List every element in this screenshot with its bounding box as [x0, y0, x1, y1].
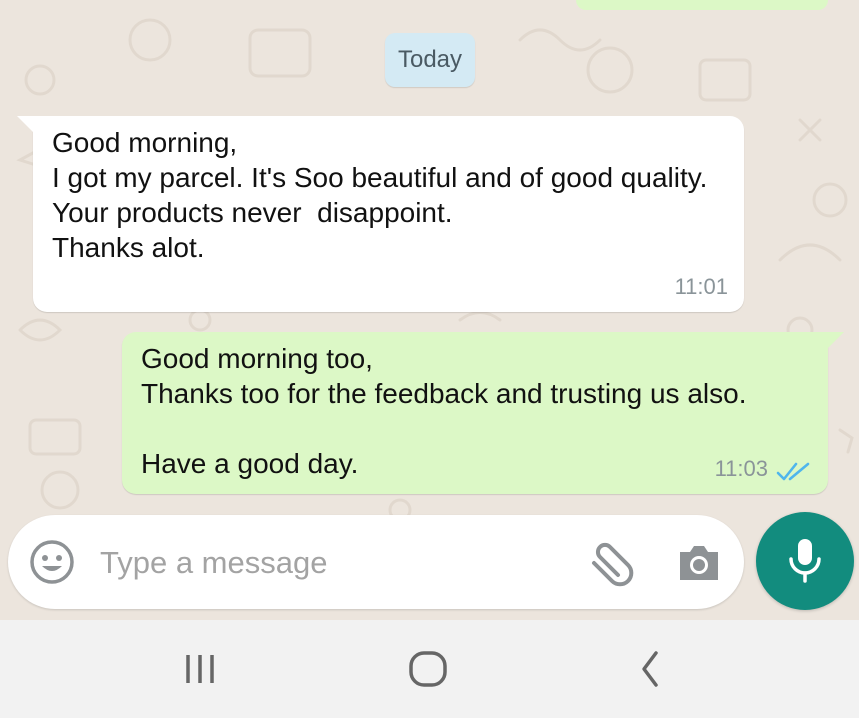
chat-area: Today Good morning, I got my parcel. It'…: [0, 0, 859, 620]
previous-message-bubble: [576, 0, 828, 10]
bubble-tail: [828, 332, 844, 348]
incoming-message-bubble[interactable]: Good morning, I got my parcel. It's Soo …: [17, 116, 744, 312]
message-composer: [8, 515, 744, 609]
emoji-icon[interactable]: [29, 539, 75, 585]
home-icon[interactable]: [406, 649, 450, 689]
recents-icon[interactable]: [180, 649, 224, 689]
android-navigation-bar: [0, 620, 859, 718]
message-time: 11:03: [714, 456, 768, 481]
microphone-icon: [789, 539, 821, 583]
date-chip: Today: [385, 33, 475, 87]
camera-icon[interactable]: [676, 540, 722, 584]
outgoing-message-bubble[interactable]: Good morning too, Thanks too for the fee…: [122, 332, 844, 494]
voice-message-button[interactable]: [756, 512, 854, 610]
back-icon[interactable]: [632, 649, 676, 689]
double-check-read-icon: [776, 462, 810, 481]
message-text: Good morning, I got my parcel. It's Soo …: [52, 127, 708, 263]
message-input[interactable]: [98, 535, 572, 591]
bubble-tail: [17, 116, 33, 132]
paperclip-icon[interactable]: [584, 537, 636, 589]
message-time: 11:01: [674, 274, 728, 299]
